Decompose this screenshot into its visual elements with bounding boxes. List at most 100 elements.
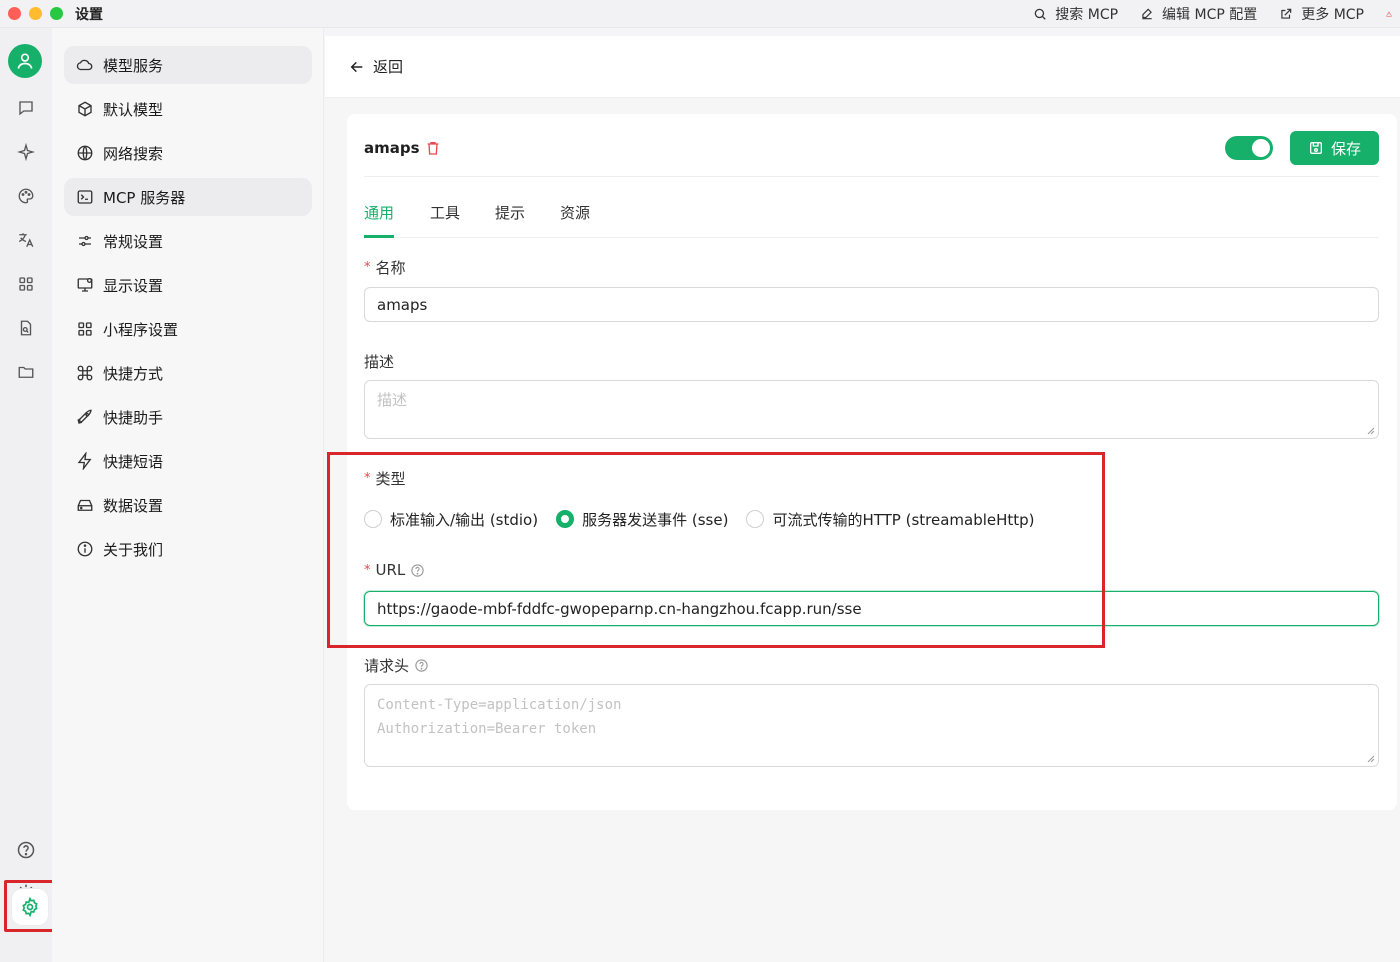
save-label: 保存 bbox=[1331, 138, 1361, 159]
chat-rail-button[interactable] bbox=[12, 94, 40, 122]
main-panel: 返回 amaps 保存 通用 工具 提示 资源 * 名称 amaps 描述 bbox=[325, 36, 1400, 962]
radio-label: 标准输入/输出 (stdio) bbox=[390, 509, 538, 530]
gear-icon bbox=[20, 897, 40, 917]
menu-item-label: 网络搜索 bbox=[103, 143, 163, 164]
sliders-icon bbox=[74, 230, 96, 252]
url-input[interactable]: https://gaode-mbf-fddfc-gwopeparnp.cn-ha… bbox=[364, 591, 1379, 626]
required-mark: * bbox=[364, 260, 371, 275]
rocket-icon bbox=[74, 406, 96, 428]
radio-label: 服务器发送事件 (sse) bbox=[582, 509, 728, 530]
server-enabled-toggle[interactable] bbox=[1225, 136, 1273, 160]
user-icon bbox=[15, 51, 35, 71]
headers-label-text: 请求头 bbox=[364, 655, 409, 676]
menu-item-label: 小程序设置 bbox=[103, 319, 178, 340]
help-rail-button[interactable] bbox=[12, 836, 40, 864]
url-field-label: * URL bbox=[364, 561, 425, 579]
headers-placeholder-line: Authorization=Bearer token bbox=[377, 717, 1366, 741]
top-actions: 搜索 MCP 编辑 MCP 配置 更多 MCP bbox=[1033, 0, 1400, 28]
resize-handle-icon[interactable] bbox=[1367, 755, 1375, 763]
palette-icon bbox=[17, 187, 35, 205]
resize-handle-icon[interactable] bbox=[1367, 427, 1375, 435]
translate-rail-button[interactable] bbox=[12, 226, 40, 254]
menu-item-label: 数据设置 bbox=[103, 495, 163, 516]
cloud-icon bbox=[74, 54, 96, 76]
tab-tools[interactable]: 工具 bbox=[430, 202, 460, 238]
warning-icon bbox=[1386, 7, 1392, 21]
arrow-left-icon bbox=[349, 59, 365, 75]
menu-item-default-model[interactable]: 默认模型 bbox=[64, 90, 312, 128]
window-title: 设置 bbox=[75, 4, 103, 24]
menu-item-quick-phrases[interactable]: 快捷短语 bbox=[64, 442, 312, 480]
tab-prompts[interactable]: 提示 bbox=[495, 202, 525, 238]
terminal-icon bbox=[74, 186, 96, 208]
type-label-text: 类型 bbox=[376, 468, 406, 489]
monitor-icon bbox=[74, 274, 96, 296]
avatar[interactable] bbox=[8, 44, 42, 78]
description-field-label: 描述 bbox=[364, 351, 394, 372]
name-input[interactable]: amaps bbox=[364, 287, 1379, 322]
assistant-rail-button[interactable] bbox=[12, 138, 40, 166]
edit-mcp-config-button[interactable]: 编辑 MCP 配置 bbox=[1140, 4, 1257, 24]
menu-item-label: 默认模型 bbox=[103, 99, 163, 120]
radio-label: 可流式传输的HTTP (streamableHttp) bbox=[772, 509, 1034, 530]
search-mcp-label: 搜索 MCP bbox=[1055, 4, 1118, 24]
sparkle-icon bbox=[17, 143, 35, 161]
name-field-label: * 名称 bbox=[364, 257, 406, 278]
close-window-button[interactable] bbox=[8, 7, 21, 20]
warning-button[interactable] bbox=[1386, 7, 1400, 21]
file-search-icon bbox=[17, 319, 35, 337]
required-mark: * bbox=[364, 563, 371, 578]
menu-item-about[interactable]: 关于我们 bbox=[64, 530, 312, 568]
edit-mcp-config-label: 编辑 MCP 配置 bbox=[1162, 4, 1257, 24]
grid-icon bbox=[74, 318, 96, 340]
maximize-window-button[interactable] bbox=[50, 7, 63, 20]
palette-rail-button[interactable] bbox=[12, 182, 40, 210]
external-link-icon bbox=[1279, 7, 1293, 21]
more-mcp-button[interactable]: 更多 MCP bbox=[1279, 4, 1364, 24]
menu-item-web-search[interactable]: 网络搜索 bbox=[64, 134, 312, 172]
menu-item-data-settings[interactable]: 数据设置 bbox=[64, 486, 312, 524]
menu-item-display-settings[interactable]: 显示设置 bbox=[64, 266, 312, 304]
tab-resources[interactable]: 资源 bbox=[560, 202, 590, 238]
files-rail-button[interactable] bbox=[12, 314, 40, 342]
radio-circle bbox=[364, 510, 382, 528]
headers-field-label: 请求头 bbox=[364, 655, 429, 676]
menu-item-quick-assistant[interactable]: 快捷助手 bbox=[64, 398, 312, 436]
title-bar: 设置 搜索 MCP 编辑 MCP 配置 更多 MCP bbox=[0, 0, 1400, 28]
help-circle-icon[interactable] bbox=[414, 658, 429, 673]
info-icon bbox=[74, 538, 96, 560]
server-name: amaps bbox=[364, 139, 420, 157]
tab-bar: 通用 工具 提示 资源 bbox=[364, 202, 1379, 238]
menu-item-model-service[interactable]: 模型服务 bbox=[64, 46, 312, 84]
apps-rail-button[interactable] bbox=[12, 270, 40, 298]
description-textarea[interactable]: 描述 bbox=[364, 380, 1379, 439]
menu-item-shortcuts[interactable]: 快捷方式 bbox=[64, 354, 312, 392]
hard-drive-icon bbox=[74, 494, 96, 516]
settings-menu: 模型服务 默认模型 网络搜索 MCP 服务器 常规设置 显示设置 小程序设置 快… bbox=[52, 28, 324, 962]
type-radio-sse[interactable]: 服务器发送事件 (sse) bbox=[556, 509, 728, 530]
menu-item-miniapp-settings[interactable]: 小程序设置 bbox=[64, 310, 312, 348]
menu-item-label: 常规设置 bbox=[103, 231, 163, 252]
settings-highlight-box bbox=[4, 880, 56, 932]
delete-server-button[interactable] bbox=[425, 140, 441, 160]
radio-circle-selected bbox=[556, 510, 574, 528]
command-icon bbox=[74, 362, 96, 384]
back-button[interactable]: 返回 bbox=[349, 56, 403, 77]
type-radio-stdio[interactable]: 标准输入/输出 (stdio) bbox=[364, 509, 538, 530]
settings-rail-button[interactable] bbox=[12, 889, 48, 925]
search-mcp-button[interactable]: 搜索 MCP bbox=[1033, 4, 1118, 24]
headers-textarea[interactable]: Content-Type=application/json Authorizat… bbox=[364, 684, 1379, 767]
menu-item-mcp-servers[interactable]: MCP 服务器 bbox=[64, 178, 312, 216]
save-button[interactable]: 保存 bbox=[1290, 131, 1379, 165]
required-mark: * bbox=[364, 471, 371, 486]
description-label-text: 描述 bbox=[364, 351, 394, 372]
type-radio-streamable-http[interactable]: 可流式传输的HTTP (streamableHttp) bbox=[746, 509, 1034, 530]
folder-rail-button[interactable] bbox=[12, 358, 40, 386]
menu-item-general-settings[interactable]: 常规设置 bbox=[64, 222, 312, 260]
menu-item-label: 快捷方式 bbox=[103, 363, 163, 384]
help-circle-icon[interactable] bbox=[410, 563, 425, 578]
search-icon bbox=[1033, 7, 1047, 21]
minimize-window-button[interactable] bbox=[29, 7, 42, 20]
back-bar: 返回 bbox=[325, 36, 1400, 98]
tab-general[interactable]: 通用 bbox=[364, 202, 394, 238]
